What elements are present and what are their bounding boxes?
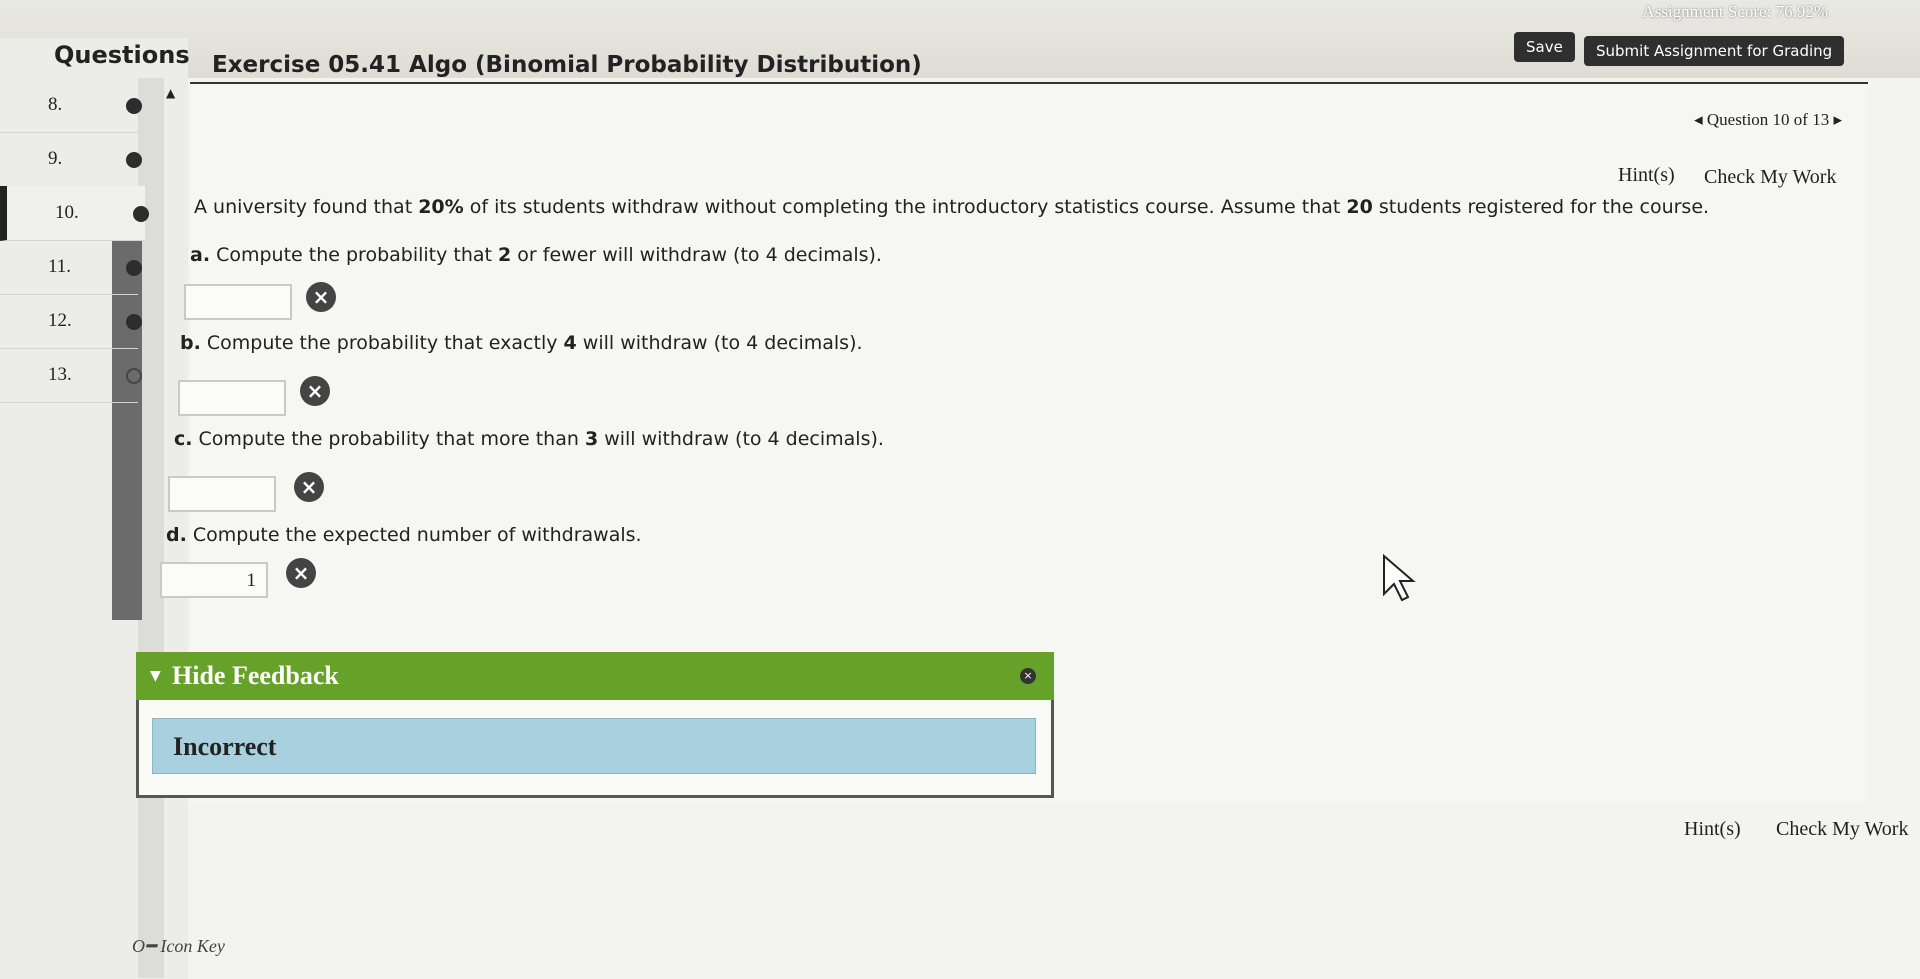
part-letter: c. <box>174 428 193 450</box>
incorrect-icon: × <box>306 282 336 312</box>
part-letter: b. <box>180 332 201 354</box>
sidebar-item-q8[interactable]: 8. <box>0 78 142 133</box>
feedback-result: Incorrect <box>152 718 1036 774</box>
icon-key-label: Icon Key <box>160 936 225 956</box>
part-text: will withdraw (to 4 decimals). <box>598 428 884 450</box>
answer-b-input[interactable] <box>178 380 286 416</box>
part-bold: 3 <box>584 428 599 450</box>
close-icon[interactable]: × <box>1020 668 1036 684</box>
stem-n: 20 <box>1346 196 1373 218</box>
hide-feedback-toggle[interactable]: Hide Feedback <box>136 652 1054 700</box>
questions-header: Questions <box>54 41 190 69</box>
incorrect-icon: × <box>286 558 316 588</box>
exercise-title: Exercise 05.41 Algo (Binomial Probabilit… <box>212 52 922 78</box>
part-b-prompt: b. Compute the probability that exactly … <box>180 332 863 354</box>
question-number: 10. <box>55 202 79 223</box>
sidebar-item-q13[interactable]: 13. <box>0 348 142 403</box>
answer-d-input[interactable]: 1 <box>160 562 268 598</box>
part-text: Compute the probability that exactly <box>200 332 564 354</box>
question-number: 11. <box>48 256 72 277</box>
stem-percent: 20% <box>418 196 464 218</box>
stem-suffix: students registered for the course. <box>1372 196 1710 218</box>
part-bold: 2 <box>498 244 512 266</box>
incorrect-status-icon <box>133 206 149 222</box>
part-text: or fewer will withdraw (to 4 decimals). <box>511 244 882 266</box>
part-text: Compute the probability that more than <box>192 428 585 450</box>
question-navigator[interactable]: ◂ Question 10 of 13 ▸ <box>1694 110 1842 130</box>
prev-question-icon[interactable]: ◂ <box>1694 110 1707 129</box>
question-number: 8. <box>48 94 63 115</box>
save-button[interactable]: Save <box>1514 32 1575 62</box>
hints-link[interactable]: Hint(s) <box>1618 164 1675 187</box>
unanswered-status-icon <box>126 368 142 384</box>
part-text: Compute the expected number of withdrawa… <box>186 524 642 546</box>
collapse-triangle-icon[interactable]: ▼ <box>150 668 161 684</box>
answer-c-input[interactable] <box>168 476 276 512</box>
part-c-prompt: c. Compute the probability that more tha… <box>174 428 884 450</box>
sidebar-item-q12[interactable]: 12. <box>0 294 142 349</box>
icon-key-link[interactable]: O━ Icon Key <box>132 936 225 957</box>
assignment-score: Assignment Score: 76.92% <box>1642 2 1828 21</box>
incorrect-icon: × <box>294 472 324 502</box>
submit-assignment-button[interactable]: Submit Assignment for Grading <box>1584 36 1845 66</box>
answer-a-input[interactable] <box>184 284 292 320</box>
part-letter: a. <box>190 244 211 266</box>
part-text: will withdraw (to 4 decimals). <box>576 332 863 354</box>
mouse-cursor-icon <box>1383 554 1416 602</box>
part-letter: d. <box>166 524 187 546</box>
sidebar-item-q11[interactable]: 11. <box>0 240 142 295</box>
next-question-icon[interactable]: ▸ <box>1829 110 1842 129</box>
check-my-work-link-bottom[interactable]: Check My Work <box>1776 818 1908 841</box>
complete-status-icon <box>126 260 142 276</box>
part-text: Compute the probability that <box>210 244 499 266</box>
question-number: 9. <box>48 148 63 169</box>
question-stem: A university found that 20% of its stude… <box>194 196 1744 218</box>
question-number: 13. <box>48 364 72 385</box>
stem-prefix: A university found that <box>194 196 419 218</box>
complete-status-icon <box>126 98 142 114</box>
complete-status-icon <box>126 314 142 330</box>
stem-mid: of its students withdraw without complet… <box>463 196 1347 218</box>
question-nav-label: Question 10 of 13 <box>1706 110 1830 129</box>
hints-link-bottom[interactable]: Hint(s) <box>1684 818 1741 841</box>
question-number: 12. <box>48 310 72 331</box>
part-a-prompt: a. Compute the probability that 2 or few… <box>190 244 882 266</box>
key-icon: O━ <box>132 936 161 956</box>
complete-status-icon <box>126 152 142 168</box>
check-my-work-link[interactable]: Check My Work <box>1704 166 1836 189</box>
incorrect-icon: × <box>300 376 330 406</box>
scroll-up-icon[interactable]: ▲ <box>166 86 175 100</box>
sidebar-item-q9[interactable]: 9. <box>0 132 142 187</box>
sidebar-item-q10[interactable]: 10. <box>0 186 149 241</box>
part-d-prompt: d. Compute the expected number of withdr… <box>166 524 642 546</box>
part-bold: 4 <box>563 332 577 354</box>
